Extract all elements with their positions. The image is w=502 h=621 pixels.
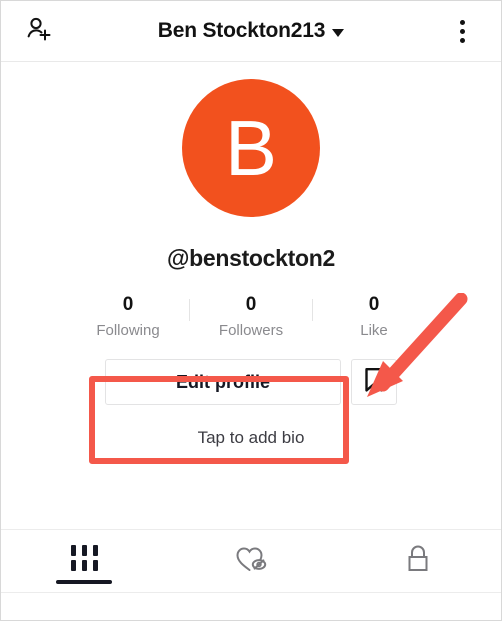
grid-bar: [81, 545, 87, 556]
stat-likes[interactable]: 0 Like: [313, 294, 435, 339]
avatar[interactable]: B: [182, 79, 320, 217]
stat-label: Like: [360, 322, 388, 339]
tiktok-profile-screen: Ben Stockton213 B @benstockton2 0 Follow…: [0, 0, 502, 621]
grid-bar: [70, 545, 76, 556]
more-options-button[interactable]: [449, 15, 475, 47]
more-vertical-icon: [459, 19, 465, 25]
profile-handle: @benstockton2: [166, 245, 336, 271]
more-vertical-icon: [459, 28, 465, 34]
bookmark-icon: [363, 367, 385, 398]
app-header: Ben Stockton213: [1, 1, 501, 62]
profile-tab-bar: [1, 529, 501, 593]
grid-bar: [92, 545, 98, 556]
person-add-icon: [24, 14, 54, 49]
edit-profile-label: Edit profile: [176, 371, 270, 392]
stat-following[interactable]: 0 Following: [67, 294, 189, 339]
tab-videos[interactable]: [1, 530, 168, 592]
stat-value: 0: [368, 294, 380, 315]
stat-label: Followers: [218, 322, 284, 339]
lock-icon: [404, 543, 432, 580]
stat-value: 0: [122, 294, 134, 315]
page-title: Ben Stockton213: [157, 19, 326, 42]
profile-actions: Edit profile: [105, 359, 397, 405]
stat-label: Following: [96, 322, 160, 339]
heart-hidden-icon: [234, 543, 268, 580]
avatar-initial: B: [224, 104, 278, 192]
stat-followers[interactable]: 0 Followers: [190, 294, 312, 339]
edit-profile-button[interactable]: Edit profile: [105, 359, 341, 405]
add-friend-button[interactable]: [22, 14, 56, 48]
grid-icon: [70, 545, 98, 571]
profile-section: B @benstockton2 0 Following 0 Followers …: [1, 62, 501, 448]
grid-bar: [81, 560, 87, 571]
more-vertical-icon: [459, 37, 465, 43]
grid-bar: [92, 560, 98, 571]
bio-placeholder[interactable]: Tap to add bio: [198, 428, 305, 448]
profile-stats: 0 Following 0 Followers 0 Like: [1, 294, 501, 339]
active-tab-indicator: [56, 580, 113, 584]
profile-name-dropdown[interactable]: Ben Stockton213: [157, 19, 345, 43]
chevron-down-icon: [332, 28, 345, 37]
tab-private[interactable]: [334, 530, 501, 592]
stat-value: 0: [245, 294, 257, 315]
bookmark-button[interactable]: [351, 359, 397, 405]
tab-liked[interactable]: [168, 530, 335, 592]
grid-bar: [70, 560, 76, 571]
